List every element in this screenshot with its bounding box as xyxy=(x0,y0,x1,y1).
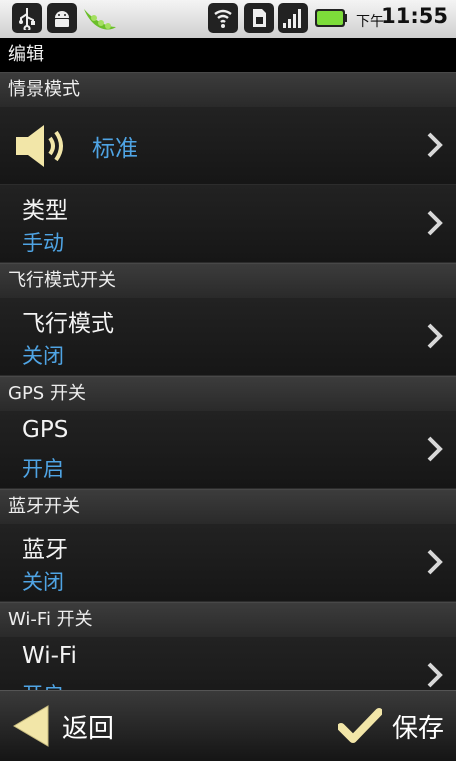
gps-value: 开启 xyxy=(22,457,64,481)
back-button-label: 返回 xyxy=(62,713,115,744)
bottom-action-bar: 返回 保存 xyxy=(0,690,456,761)
gps-row[interactable]: GPS 开启 xyxy=(0,411,456,489)
android-debug-icon xyxy=(47,3,77,33)
gps-label: GPS xyxy=(22,417,69,443)
page-title: 编辑 xyxy=(0,38,456,72)
settings-list[interactable]: 编辑 情景模式 标准 类型 手动 飞行模式开关 飞行模式 关闭 GPS 开关 G… xyxy=(0,38,456,690)
section-header-gps: GPS 开关 xyxy=(0,376,456,411)
chevron-right-icon xyxy=(427,132,443,158)
profile-type-label: 类型 xyxy=(22,198,68,224)
section-header-profile: 情景模式 xyxy=(0,72,456,107)
bluetooth-label: 蓝牙 xyxy=(22,537,68,563)
speaker-icon xyxy=(16,125,63,167)
bluetooth-row[interactable]: 蓝牙 关闭 xyxy=(0,524,456,602)
profile-type-row[interactable]: 类型 手动 xyxy=(0,185,456,263)
wifi-value: 开启 xyxy=(22,679,64,690)
section-header-bluetooth: 蓝牙开关 xyxy=(0,489,456,524)
airplane-mode-value: 关闭 xyxy=(22,344,64,368)
section-header-airplane: 飞行模式开关 xyxy=(0,263,456,298)
usb-icon xyxy=(12,3,42,33)
save-button-label: 保存 xyxy=(391,713,444,744)
wifi-icon xyxy=(208,3,238,33)
chevron-right-icon xyxy=(427,549,443,575)
section-header-wifi: Wi-Fi 开关 xyxy=(0,602,456,637)
status-time: 11:55 xyxy=(381,4,448,28)
chevron-right-icon xyxy=(427,323,443,349)
peapod-app-icon xyxy=(82,3,118,33)
status-ampm: 下午 xyxy=(356,14,384,30)
bluetooth-value: 关闭 xyxy=(22,570,64,594)
wifi-label: Wi-Fi xyxy=(22,643,77,669)
save-button[interactable]: 保存 xyxy=(337,691,444,761)
profile-row[interactable]: 标准 xyxy=(0,107,456,185)
status-bar: 下午 11:55 xyxy=(0,0,456,38)
back-arrow-icon xyxy=(13,705,49,747)
signal-icon xyxy=(278,3,308,33)
chevron-right-icon xyxy=(427,436,443,462)
profile-name: 标准 xyxy=(92,136,138,162)
airplane-mode-label: 飞行模式 xyxy=(22,311,114,337)
back-button[interactable]: 返回 xyxy=(10,691,114,761)
profile-type-value: 手动 xyxy=(22,231,64,255)
wifi-row[interactable]: Wi-Fi 开启 xyxy=(0,637,456,690)
sim-card-icon xyxy=(244,3,274,33)
checkmark-icon xyxy=(337,708,382,743)
chevron-right-icon xyxy=(427,662,443,688)
airplane-mode-row[interactable]: 飞行模式 关闭 xyxy=(0,298,456,376)
battery-icon xyxy=(314,3,348,33)
chevron-right-icon xyxy=(427,210,443,236)
